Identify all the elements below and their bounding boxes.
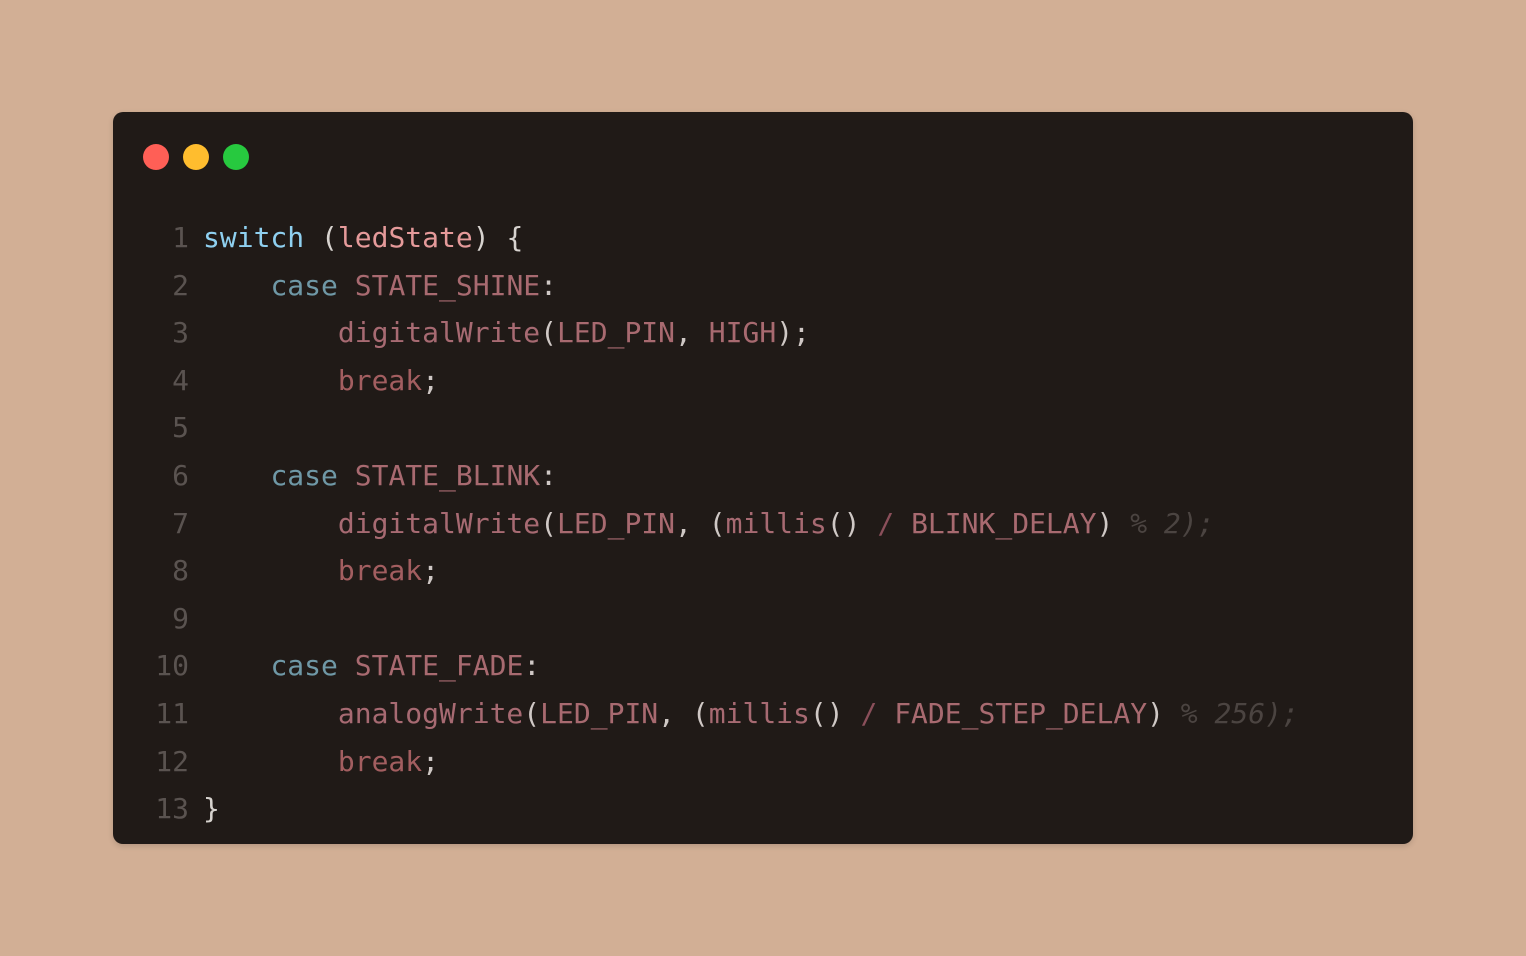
- code-line: 13}: [113, 785, 1413, 833]
- code-token: ): [1096, 506, 1131, 540]
- window-controls: [143, 144, 249, 170]
- code-line: 8 break;: [113, 547, 1413, 595]
- code-token: ;: [422, 744, 440, 778]
- code-token: ;: [422, 554, 440, 588]
- code-line: 1 switch (ledState) {: [113, 214, 1413, 262]
- code-token: :: [523, 649, 541, 683]
- code-line: 4 break;: [113, 357, 1413, 405]
- line-source: case STATE_SHINE:: [203, 262, 557, 310]
- code-token: , (: [658, 696, 709, 730]
- code-token: /: [877, 506, 895, 540]
- code-token: LED_PIN: [557, 506, 676, 540]
- code-line: 11 analogWrite(LED_PIN, (millis() / FADE…: [113, 690, 1413, 738]
- code-line: 7 digitalWrite(LED_PIN, (millis() / BLIN…: [113, 500, 1413, 548]
- code-line: 12 break;: [113, 738, 1413, 786]
- code-token: STATE_SHINE: [354, 268, 541, 302]
- code-token: millis: [708, 696, 810, 730]
- line-number: 13: [155, 792, 189, 826]
- code-token: break: [337, 363, 423, 397]
- code-block: 1 switch (ledState) {2 case STATE_SHINE: 3…: [113, 214, 1413, 833]
- code-token: }: [203, 792, 220, 826]
- code-token: analogWrite: [337, 696, 524, 730]
- code-line: 2 case STATE_SHINE:: [113, 262, 1413, 310]
- line-number: 5: [172, 411, 189, 445]
- line-source: break;: [203, 738, 439, 786]
- code-token: (): [809, 696, 861, 730]
- code-token: break: [337, 744, 423, 778]
- line-source: break;: [203, 547, 439, 595]
- code-token: % 256);: [1180, 696, 1299, 730]
- code-token: ;: [422, 363, 440, 397]
- line-number: 6: [172, 458, 189, 492]
- code-token: LED_PIN: [557, 316, 676, 350]
- line-source: case STATE_FADE:: [203, 642, 540, 690]
- code-token: switch: [203, 221, 305, 254]
- line-number: 4: [172, 363, 189, 397]
- code-token: millis: [725, 506, 827, 540]
- line-number: 11: [155, 696, 189, 730]
- line-source: digitalWrite(LED_PIN, (millis() / BLINK_…: [203, 500, 1215, 548]
- code-token: digitalWrite: [337, 506, 541, 540]
- code-token: (: [540, 506, 558, 540]
- code-token: (: [523, 696, 541, 730]
- code-line: 6 case STATE_BLINK:: [113, 452, 1413, 500]
- line-number: 1: [172, 221, 189, 254]
- code-line: 5: [113, 404, 1413, 452]
- line-source: switch (ledState) {: [203, 214, 523, 262]
- code-token: digitalWrite: [337, 316, 541, 350]
- code-window: 1 switch (ledState) {2 case STATE_SHINE: 3…: [113, 112, 1413, 844]
- code-token: (: [540, 316, 558, 350]
- code-token: FADE_STEP_DELAY: [894, 696, 1148, 730]
- code-token: LED_PIN: [540, 696, 659, 730]
- code-token: (): [826, 506, 878, 540]
- line-number: 2: [172, 268, 189, 302]
- code-token: ledState: [337, 221, 473, 254]
- code-token: , (: [675, 506, 726, 540]
- minimize-dot-icon[interactable]: [183, 144, 209, 170]
- code-token: :: [540, 268, 558, 302]
- code-token: STATE_BLINK: [354, 458, 541, 492]
- line-number: 7: [172, 506, 189, 540]
- code-token: HIGH: [708, 316, 777, 350]
- close-dot-icon[interactable]: [143, 144, 169, 170]
- code-token: BLINK_DELAY: [911, 506, 1097, 540]
- code-token: break: [337, 554, 423, 588]
- code-line: 9: [113, 595, 1413, 643]
- code-token: ) {: [472, 221, 524, 254]
- code-token: :: [540, 458, 558, 492]
- code-token: STATE_FADE: [354, 649, 524, 683]
- line-source: break;: [203, 357, 439, 405]
- code-token: /: [860, 696, 878, 730]
- code-token: ,: [675, 316, 709, 350]
- code-token: ): [1147, 696, 1181, 730]
- line-number: 3: [172, 316, 189, 350]
- code-line: 10 case STATE_FADE:: [113, 642, 1413, 690]
- code-token: % 2);: [1130, 506, 1215, 540]
- line-source: case STATE_BLINK:: [203, 452, 557, 500]
- line-source: }: [203, 785, 220, 833]
- line-source: digitalWrite(LED_PIN, HIGH);: [203, 309, 810, 357]
- code-token: case: [270, 649, 338, 683]
- maximize-dot-icon[interactable]: [223, 144, 249, 170]
- line-number: 10: [155, 649, 189, 683]
- line-source: analogWrite(LED_PIN, (millis() / FADE_ST…: [203, 690, 1299, 738]
- code-token: case: [270, 268, 338, 302]
- code-token: case: [270, 458, 338, 492]
- line-number: 8: [172, 554, 189, 588]
- line-number: 12: [155, 744, 189, 778]
- line-number: 9: [172, 601, 189, 635]
- code-line: 3 digitalWrite(LED_PIN, HIGH);: [113, 309, 1413, 357]
- code-token: );: [776, 316, 810, 350]
- code-token: (: [304, 221, 338, 254]
